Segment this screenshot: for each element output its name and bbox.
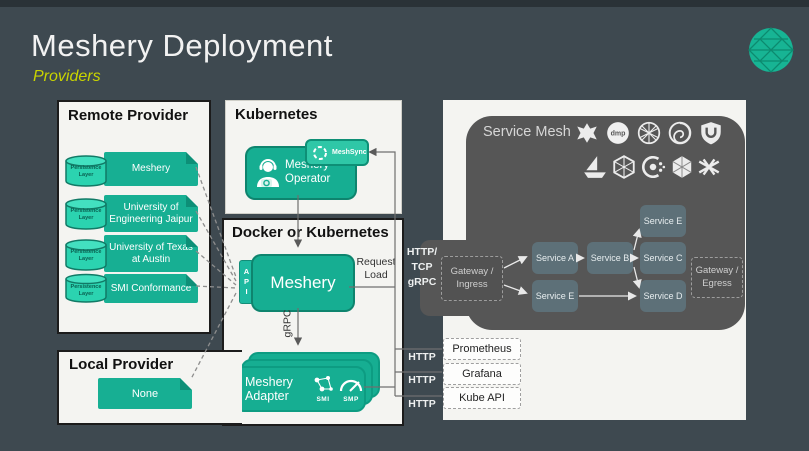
gateway-ingress-label: Gateway / Ingress [446, 266, 498, 291]
service-mesh-title: Service Mesh [483, 124, 571, 140]
service-e-top-box: Service E [640, 205, 686, 237]
remote-provider-item-smi: SMI Conformance [104, 274, 198, 303]
remote-provider-item-label: University of Engineering Jaipur [104, 202, 198, 226]
api-label: API [242, 267, 251, 297]
persistence-label: Persistence Layer [63, 249, 109, 263]
service-label: Service B [591, 253, 630, 263]
service-label: Service E [644, 216, 683, 226]
svg-text:dmp: dmp [611, 131, 626, 138]
gateway-egress-label: Gateway / Egress [694, 265, 740, 290]
service-b-box: Service B [587, 242, 633, 274]
shield-mesh-logo [698, 120, 724, 146]
persistence-cylinder-icon: Persistence Layer [63, 197, 109, 231]
http-label-kube-api: HTTP [400, 398, 444, 410]
smp-gauge-icon: SMP [338, 375, 364, 403]
dapr-circle-logo: dmp [605, 120, 631, 146]
prometheus-box: Prometheus [443, 338, 521, 360]
service-label: Service E [536, 291, 575, 301]
integration-label: Kube API [459, 392, 505, 404]
service-c-box: Service C [640, 242, 686, 274]
persistence-label: Persistence Layer [63, 165, 109, 179]
local-provider-title: Local Provider [69, 356, 173, 373]
cube-mesh-logo [611, 154, 637, 180]
service-d-box: Service D [640, 280, 686, 312]
grafana-box: Grafana [443, 363, 521, 385]
http-label-grafana: HTTP [400, 374, 444, 386]
local-provider-panel: Local Provider None [57, 350, 242, 425]
remote-provider-item-jaipur: University of Engineering Jaipur [104, 195, 198, 232]
knot-mesh-logo [696, 154, 722, 180]
persistence-cylinder-icon: Persistence Layer [63, 238, 109, 272]
service-a-box: Service A [532, 242, 578, 274]
remote-provider-item-texas: University of Texas at Austin [104, 235, 198, 272]
docker-kubernetes-panel: Docker or Kubernetes API Meshery Request… [222, 218, 404, 426]
http-label-prometheus: HTTP [400, 351, 444, 363]
integration-label: Grafana [462, 368, 502, 380]
persistence-cylinder-icon: Persistence Layer [63, 273, 109, 304]
service-e-bottom-box: Service E [532, 280, 578, 312]
meshsync-box: MeshSync [305, 139, 369, 166]
service-mesh-panel: Service Mesh dmp Service A Service B Ser… [443, 100, 746, 420]
mesh-sphere-logo [636, 120, 662, 146]
grpc-label: gRPC [282, 302, 295, 346]
meshery-adapter-label: Meshery Adapter [245, 375, 308, 404]
top-bar [0, 0, 809, 7]
slide-title: Meshery Deployment [31, 28, 333, 64]
kubernetes-panel: Kubernetes Meshery Operator MeshSync [225, 100, 402, 214]
local-provider-none-box: None [98, 378, 192, 409]
meshsync-sync-icon [312, 145, 328, 161]
hex-mesh-logo [669, 154, 695, 180]
protocol-tcp-line: TCP [400, 261, 444, 273]
remote-provider-item-label: University of Texas at Austin [104, 242, 198, 266]
service-label: Service C [643, 253, 682, 263]
slide-canvas: Meshery Deployment Providers Remote Prov… [0, 0, 809, 451]
persistence-label: Persistence Layer [63, 208, 109, 222]
wolf-mesh-logo [574, 120, 600, 146]
service-label: Service A [536, 253, 574, 263]
istio-sailboat-logo [582, 154, 608, 180]
protocol-grpc-line: gRPC [400, 276, 444, 288]
meshery-logo [748, 27, 794, 73]
persistence-label: Persistence Layer [63, 284, 109, 298]
integration-label: Prometheus [452, 343, 511, 355]
remote-provider-item-label: Meshery [129, 163, 173, 175]
remote-provider-panel: Remote Provider Meshery University of En… [57, 100, 211, 334]
local-provider-none-label: None [132, 388, 158, 400]
remote-provider-item-meshery: Meshery [104, 152, 198, 186]
meshery-server-label: Meshery [270, 273, 335, 293]
slide-subtitle: Providers [33, 68, 101, 86]
smp-label: SMP [343, 396, 359, 403]
protocol-http-line: HTTP/ [400, 246, 444, 258]
meshery-server-box: Meshery [251, 254, 355, 312]
gateway-ingress-box: Gateway / Ingress [441, 256, 503, 301]
swirl-shell-logo [667, 120, 693, 146]
meshery-adapter-box: Meshery Adapter SMI SMP [234, 366, 366, 412]
kubernetes-title: Kubernetes [235, 106, 318, 123]
meshsync-label: MeshSync [332, 149, 367, 156]
persistence-cylinder-icon: Persistence Layer [63, 154, 109, 188]
kube-api-box: Kube API [443, 387, 521, 409]
service-label: Service D [643, 291, 682, 301]
gateway-egress-box: Gateway / Egress [691, 257, 743, 298]
smi-icon: SMI [312, 375, 334, 403]
operator-person-icon [251, 155, 285, 191]
remote-provider-title: Remote Provider [68, 107, 188, 124]
smi-label: SMI [316, 396, 329, 403]
consul-logo [640, 154, 666, 180]
remote-provider-item-label: SMI Conformance [108, 283, 195, 295]
request-load-label: Request Load [352, 256, 400, 282]
docker-kubernetes-title: Docker or Kubernetes [232, 224, 389, 241]
